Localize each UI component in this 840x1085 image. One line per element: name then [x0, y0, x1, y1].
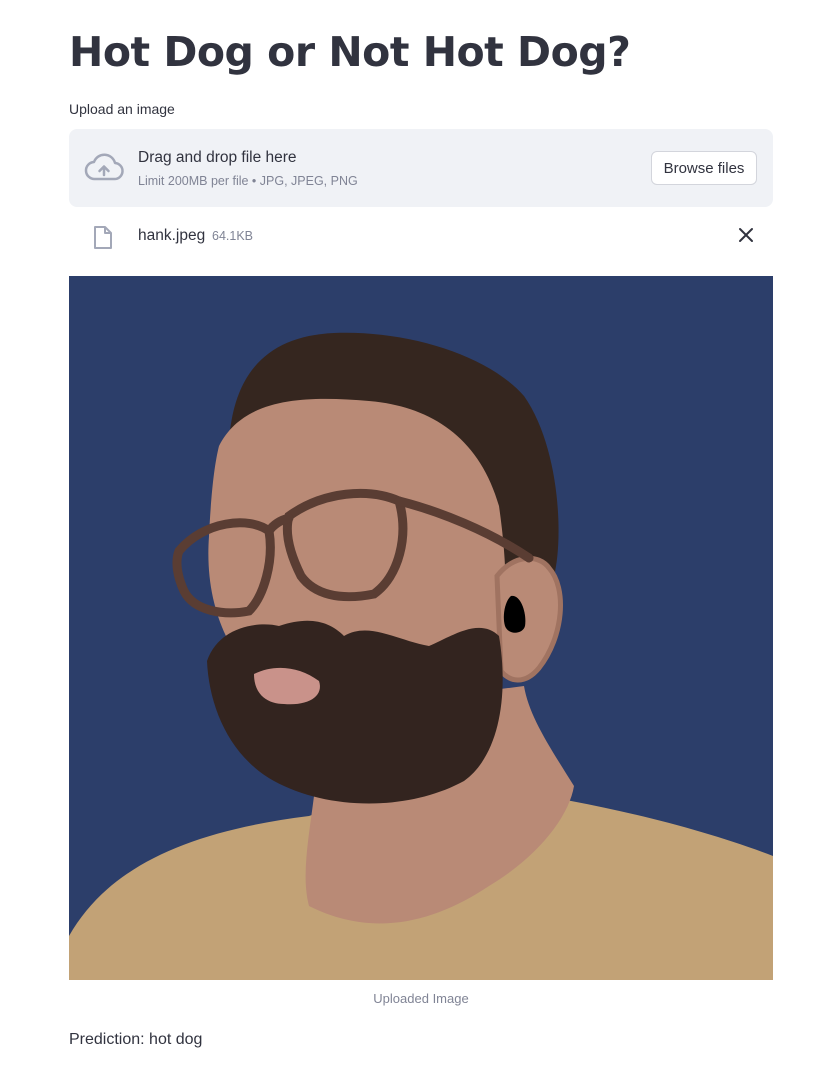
file-name: hank.jpeg — [138, 227, 206, 244]
browse-files-button[interactable]: Browse files — [651, 151, 757, 185]
dropzone-limit: Limit 200MB per file • JPG, JPEG, PNG — [138, 174, 358, 188]
prediction-text: Prediction: hot dog — [69, 1031, 203, 1048]
file-dropzone[interactable]: Drag and drop file here Limit 200MB per … — [69, 129, 773, 207]
file-size: 64.1KB — [212, 229, 254, 243]
cloud-upload-icon — [84, 153, 124, 181]
uploaded-image — [69, 276, 773, 980]
portrait-illustration — [69, 276, 773, 980]
page-title: Hot Dog or Not Hot Dog? — [69, 28, 631, 76]
image-caption: Uploaded Image — [373, 991, 469, 1006]
close-icon[interactable] — [738, 227, 754, 243]
uploaded-file-row: hank.jpeg 64.1KB — [69, 216, 773, 258]
file-icon — [94, 226, 112, 249]
dropzone-instructions: Drag and drop file here — [138, 149, 297, 166]
upload-label: Upload an image — [69, 101, 175, 117]
